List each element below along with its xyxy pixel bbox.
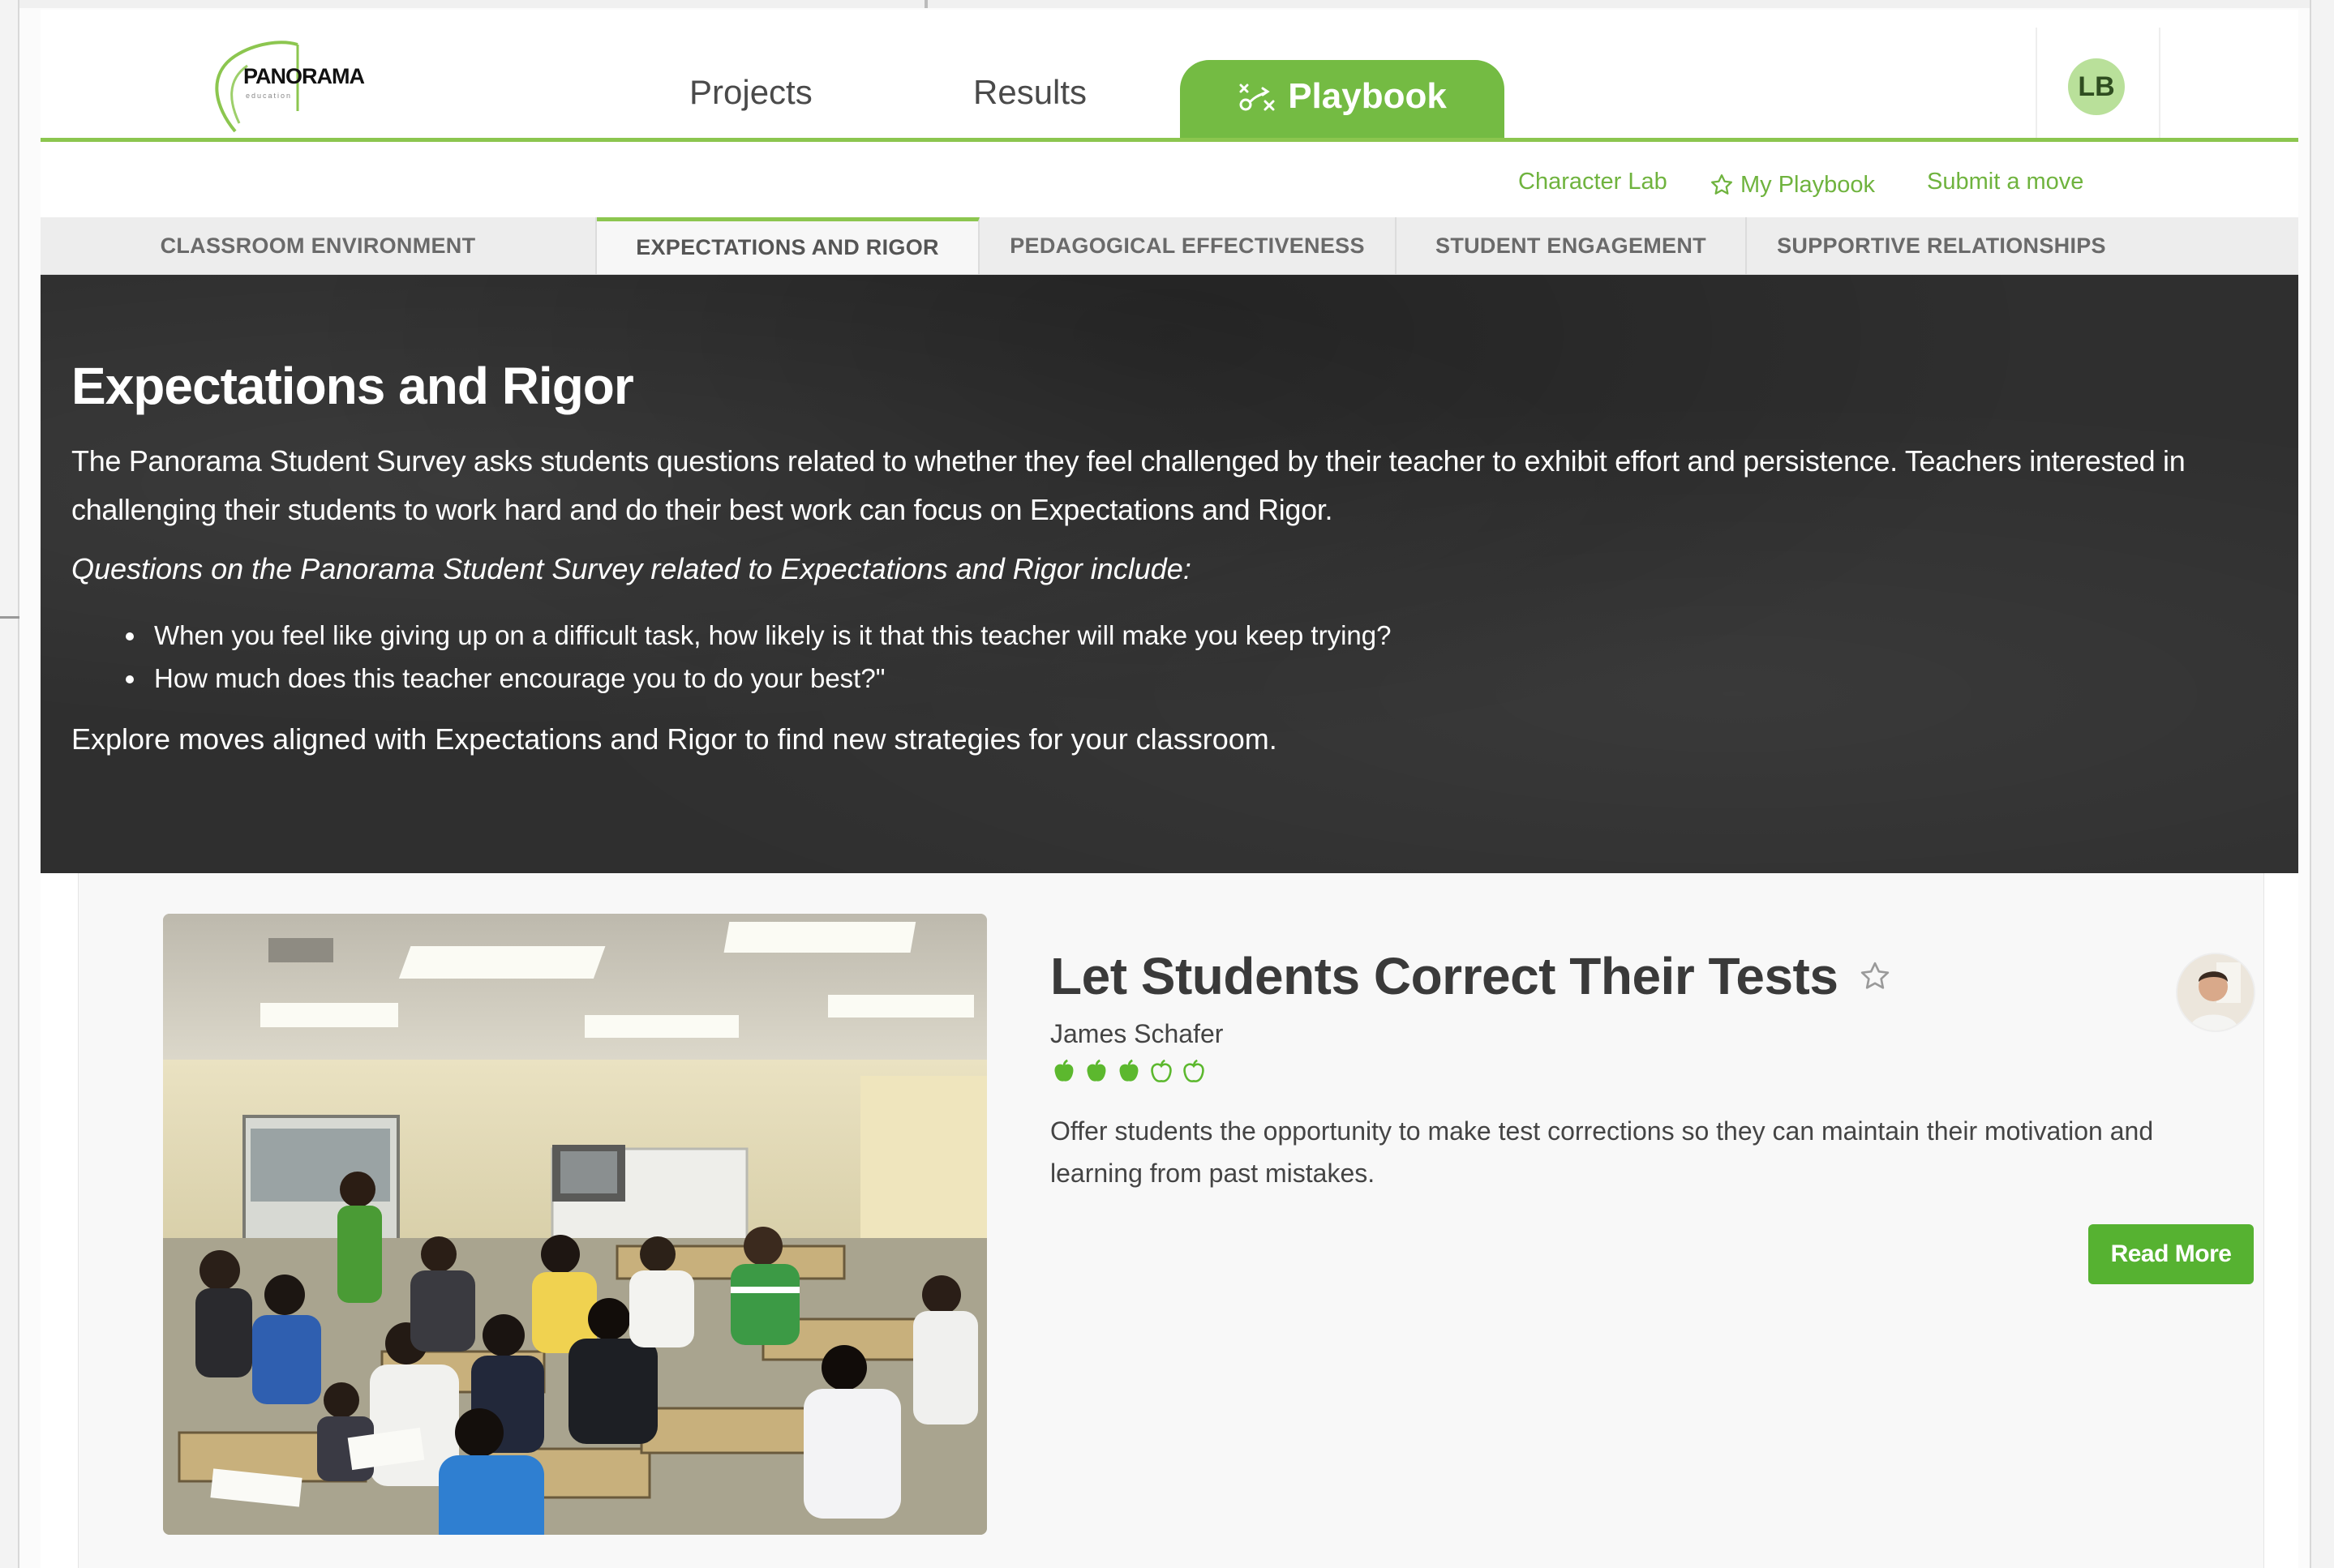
- apple-filled-icon: [1119, 1059, 1139, 1082]
- apple-rating: [1050, 1058, 1208, 1086]
- my-playbook-label: My Playbook: [1740, 171, 1876, 198]
- window-notch: [925, 0, 928, 8]
- read-more-button[interactable]: Read More: [2088, 1224, 2254, 1284]
- classroom-photo[interactable]: [163, 914, 987, 1535]
- tab-classroom-environment[interactable]: CLASSROOM ENVIRONMENT: [41, 217, 597, 274]
- apple-empty-icon: [1151, 1059, 1172, 1082]
- move-author: James Schafer: [1050, 1019, 1224, 1048]
- author-avatar[interactable]: [2176, 953, 2255, 1032]
- nav-playbook-label: Playbook: [1288, 76, 1447, 116]
- window-right-edge: [2310, 0, 2334, 1568]
- apple-filled-icon: [1087, 1059, 1106, 1082]
- move-description: Offer students the opportunity to make t…: [1050, 1116, 2154, 1188]
- window-left-edge: [0, 0, 19, 1568]
- logo-subtitle: education: [246, 92, 293, 100]
- author-photo-image: [2177, 954, 2254, 1030]
- tab-student-engagement[interactable]: STUDENT ENGAGEMENT: [1397, 217, 1747, 274]
- apple-filled-icon: [1054, 1059, 1074, 1082]
- tab-supportive-relationships[interactable]: SUPPORTIVE RELATIONSHIPS: [1747, 217, 2136, 274]
- question-item: When you feel like giving up on a diffic…: [148, 614, 1391, 657]
- header-divider: [41, 138, 2298, 142]
- page: PANORAMA education Projects Results Play…: [41, 10, 2298, 1568]
- logo-wordmark: PANORAMA: [243, 64, 365, 88]
- category-tabs: CLASSROOM ENVIRONMENT EXPECTATIONS AND R…: [41, 217, 2298, 275]
- tab-pedagogical-effectiveness[interactable]: PEDAGOGICAL EFFECTIVENESS: [980, 217, 1397, 274]
- window-edge-marker: [0, 616, 19, 619]
- favorite-star-icon[interactable]: [1859, 960, 1891, 992]
- user-avatar[interactable]: LB: [2068, 58, 2125, 115]
- character-lab-link[interactable]: Character Lab: [1518, 169, 1667, 201]
- apple-empty-icon: [1183, 1059, 1204, 1082]
- hero-outro: Explore moves aligned with Expectations …: [71, 722, 1277, 756]
- move-title-text: Let Students Correct Their Tests: [1050, 947, 1838, 1005]
- submit-move-link[interactable]: Submit a move: [1927, 169, 2083, 201]
- hero-questions-lead: Questions on the Panorama Student Survey…: [71, 552, 1191, 585]
- playbook-strategy-icon: [1239, 84, 1275, 111]
- window-top-edge: [0, 0, 2334, 8]
- chalkboard-hero: Expectations and Rigor The Panorama Stud…: [41, 275, 2298, 873]
- nav-playbook[interactable]: Playbook: [1180, 60, 1504, 138]
- move-title[interactable]: Let Students Correct Their Tests: [1050, 946, 1891, 1006]
- hero-intro: The Panorama Student Survey asks student…: [71, 444, 2186, 526]
- star-outline-icon: [1711, 174, 1732, 195]
- move-card: Let Students Correct Their Tests James S…: [78, 873, 2264, 1568]
- nav-projects[interactable]: Projects: [689, 73, 813, 112]
- nav-results[interactable]: Results: [973, 73, 1087, 112]
- tab-expectations-and-rigor[interactable]: EXPECTATIONS AND RIGOR: [597, 217, 980, 274]
- top-header: PANORAMA education Projects Results Play…: [41, 10, 2298, 139]
- hero-question-list: When you feel like giving up on a diffic…: [109, 614, 1391, 700]
- classroom-photo-image: [163, 914, 987, 1535]
- hero-title: Expectations and Rigor: [71, 357, 634, 415]
- panorama-logo[interactable]: PANORAMA education: [207, 30, 385, 135]
- user-menu[interactable]: LB: [2036, 28, 2160, 139]
- my-playbook-link[interactable]: My Playbook: [1710, 169, 1875, 201]
- question-item: How much does this teacher encourage you…: [148, 657, 1391, 700]
